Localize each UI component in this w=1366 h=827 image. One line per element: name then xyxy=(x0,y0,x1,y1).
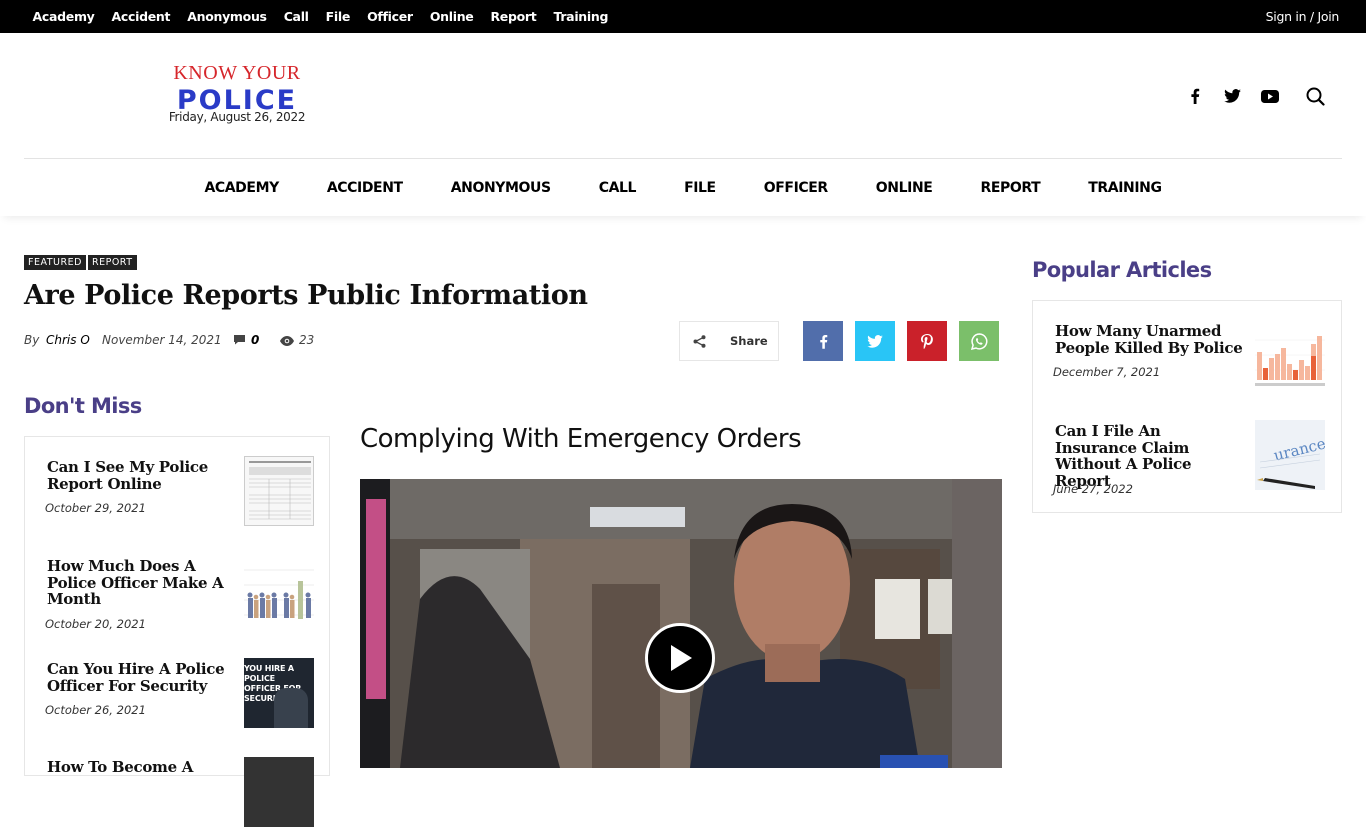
share-label: Share xyxy=(730,334,768,348)
author-link[interactable]: Chris O xyxy=(46,333,90,347)
video-thumbnail[interactable]: YOU HIRE A POLICE OFFICER FOR SECURITY? xyxy=(244,658,314,728)
nav-file[interactable]: FILE xyxy=(684,180,716,196)
eye-icon xyxy=(280,335,294,349)
twitter-icon[interactable] xyxy=(1222,84,1242,108)
top-menu-training[interactable]: Training xyxy=(553,9,608,24)
top-menu-academy[interactable]: Academy xyxy=(33,9,95,24)
article-title: Are Police Reports Public Information xyxy=(24,280,588,311)
nav-report[interactable]: REPORT xyxy=(980,180,1040,196)
tag-report[interactable]: REPORT xyxy=(88,255,137,270)
top-menu-officer[interactable]: Officer xyxy=(367,9,413,24)
dont-miss-item-date: October 26, 2021 xyxy=(45,703,146,717)
share-icon xyxy=(693,335,706,353)
twitter-icon xyxy=(867,334,883,348)
nav-online[interactable]: ONLINE xyxy=(876,180,933,196)
share-box[interactable]: Share xyxy=(679,321,779,361)
whatsapp-icon xyxy=(970,332,987,350)
nav-call[interactable]: CALL xyxy=(599,180,637,196)
nav-anonymous[interactable]: ANONYMOUS xyxy=(451,180,551,196)
share-pinterest-button[interactable] xyxy=(907,321,947,361)
comment-count[interactable]: 0 xyxy=(251,333,259,347)
pinterest-icon xyxy=(921,333,933,349)
top-menu-call[interactable]: Call xyxy=(284,9,309,24)
popular-item-title[interactable]: How Many Unarmed People Killed By Police xyxy=(1055,323,1245,356)
logo-line1: KNOW YOUR xyxy=(173,62,301,84)
dont-miss-item-title[interactable]: Can You Hire A Police Officer For Securi… xyxy=(47,661,227,694)
popular-item-date: December 7, 2021 xyxy=(1053,365,1161,379)
top-menu-anonymous[interactable]: Anonymous xyxy=(187,9,267,24)
popular-item-title[interactable]: Can I File An Insurance Claim Without A … xyxy=(1055,423,1245,489)
top-menu-accident[interactable]: Accident xyxy=(112,9,171,24)
article-date: November 14, 2021 xyxy=(102,333,222,347)
play-icon xyxy=(671,645,692,671)
nav-accident[interactable]: ACCIDENT xyxy=(327,180,403,196)
dont-miss-box: Can I See My Police Report Online Octobe… xyxy=(24,436,330,827)
top-menu-report[interactable]: Report xyxy=(490,9,536,24)
share-whatsapp-button[interactable] xyxy=(959,321,999,361)
top-menu-file[interactable]: File xyxy=(326,9,351,24)
bar-chart-thumbnail[interactable] xyxy=(1255,320,1325,390)
document-thumbnail[interactable] xyxy=(244,456,314,526)
byline-prefix: By xyxy=(24,333,40,347)
video-player[interactable] xyxy=(360,479,1002,768)
facebook-icon[interactable] xyxy=(1185,84,1205,108)
search-icon[interactable] xyxy=(1304,84,1326,108)
tag-featured[interactable]: FEATURED xyxy=(24,255,86,270)
nav-officer[interactable]: OFFICER xyxy=(764,180,828,196)
popular-articles-heading: Popular Articles xyxy=(1032,258,1212,282)
site-logo[interactable]: KNOW YOUR POLICE Friday, August 26, 2022 xyxy=(150,60,324,124)
top-menu: Academy Accident Anonymous Call File Off… xyxy=(24,0,617,33)
dont-miss-item-title[interactable]: How Much Does A Police Officer Make A Mo… xyxy=(47,558,227,608)
popular-articles-box: How Many Unarmed People Killed By Police… xyxy=(1032,300,1342,513)
thumbnail-figure xyxy=(274,688,308,728)
view-count: 23 xyxy=(299,333,315,347)
dont-miss-heading: Don't Miss xyxy=(24,394,142,418)
share-twitter-button[interactable] xyxy=(855,321,895,361)
dont-miss-item-title[interactable]: How To Become A xyxy=(47,759,227,776)
facebook-icon xyxy=(819,334,827,349)
share-facebook-button[interactable] xyxy=(803,321,843,361)
header-date: Friday, August 26, 2022 xyxy=(168,110,306,124)
insurance-thumbnail[interactable]: urance Cl xyxy=(1255,420,1325,490)
popular-item-date: June 27, 2022 xyxy=(1053,482,1133,496)
nav-training[interactable]: TRAINING xyxy=(1088,180,1162,196)
top-menu-online[interactable]: Online xyxy=(430,9,474,24)
youtube-icon[interactable] xyxy=(1259,84,1281,108)
dont-miss-item-date: October 20, 2021 xyxy=(45,617,146,631)
dont-miss-item-title[interactable]: Can I See My Police Report Online xyxy=(47,459,227,492)
nav-academy[interactable]: ACADEMY xyxy=(204,180,279,196)
content-heading: Complying With Emergency Orders xyxy=(360,424,802,454)
sign-in-link[interactable]: Sign in / Join xyxy=(1266,0,1340,33)
top-bar: Academy Accident Anonymous Call File Off… xyxy=(0,0,1366,33)
salary-chart-thumbnail[interactable] xyxy=(244,555,314,625)
main-nav: ACADEMY ACCIDENT ANONYMOUS CALL FILE OFF… xyxy=(0,159,1366,216)
play-button[interactable] xyxy=(645,623,715,693)
dont-miss-item-date: October 29, 2021 xyxy=(45,501,146,515)
comment-icon[interactable] xyxy=(233,334,246,348)
